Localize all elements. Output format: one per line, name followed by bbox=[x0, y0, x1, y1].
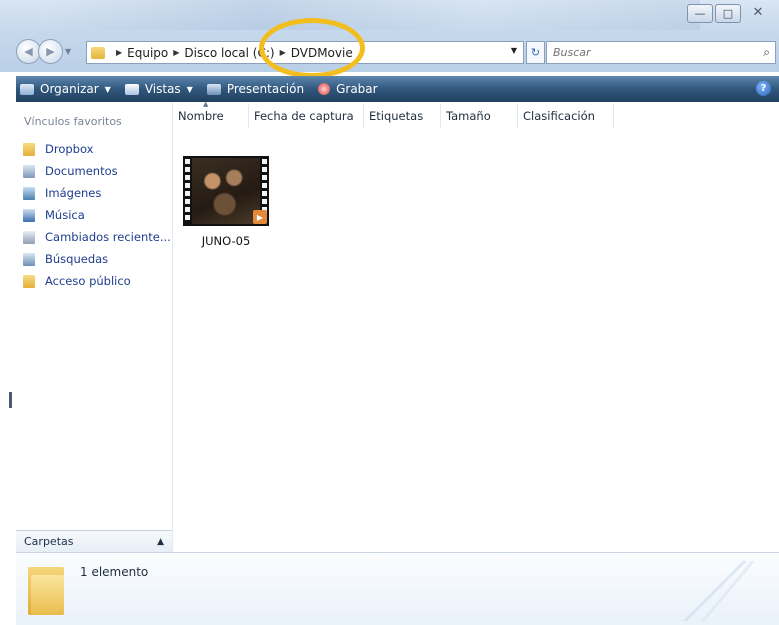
burn-label: Grabar bbox=[336, 82, 378, 96]
organize-label: Organizar bbox=[40, 82, 99, 96]
recent-pages-dropdown[interactable]: ▼ bbox=[65, 47, 71, 56]
sidebar-item-label: Búsquedas bbox=[45, 252, 109, 266]
sidebar-item-label: Documentos bbox=[45, 164, 118, 178]
searches-icon bbox=[23, 252, 35, 266]
sidebar-item-musica[interactable]: Música bbox=[23, 204, 171, 226]
forward-arrow-icon: ▶ bbox=[46, 45, 55, 58]
details-pane: 1 elemento bbox=[16, 552, 779, 625]
column-header-clasificacion[interactable]: Clasificación bbox=[518, 104, 614, 128]
breadcrumb-arrow-icon[interactable]: ▶ bbox=[116, 48, 122, 57]
slideshow-button[interactable]: Presentación bbox=[203, 82, 314, 96]
column-header-label: Nombre bbox=[178, 109, 224, 123]
column-header-label: Fecha de captura bbox=[254, 109, 354, 123]
breadcrumb-dvdmovie[interactable]: DVDMovie bbox=[291, 46, 353, 60]
column-header-label: Etiquetas bbox=[369, 109, 424, 123]
maximize-button[interactable]: □ bbox=[715, 4, 741, 23]
chevron-down-icon: ▼ bbox=[186, 84, 193, 94]
column-headers: ▲ Nombre Fecha de captura Etiquetas Tama… bbox=[173, 100, 779, 129]
command-toolbar: Organizar ▼ Vistas ▼ Presentación Grabar… bbox=[16, 76, 779, 102]
item-count: 1 elemento bbox=[80, 565, 149, 579]
burn-disc-icon bbox=[318, 83, 331, 95]
search-input[interactable] bbox=[551, 45, 745, 60]
sidebar-item-label: Cambiados reciente... bbox=[45, 230, 171, 244]
pictures-icon bbox=[23, 186, 35, 200]
navigation-pane: Vínculos favoritos Dropbox Documentos Im… bbox=[16, 102, 173, 552]
column-header-label: Clasificación bbox=[523, 109, 595, 123]
sidebar-item-label: Música bbox=[45, 208, 85, 222]
sidebar-item-label: Imágenes bbox=[45, 186, 102, 200]
sidebar-item-acceso-publico[interactable]: Acceso público bbox=[23, 270, 171, 292]
recent-icon bbox=[23, 230, 35, 244]
slideshow-icon bbox=[206, 83, 221, 95]
refresh-button[interactable]: ↻ bbox=[526, 41, 545, 64]
film-strip-icon bbox=[183, 156, 192, 226]
chevron-down-icon: ▼ bbox=[104, 84, 111, 94]
sidebar-item-label: Dropbox bbox=[45, 142, 94, 156]
column-header-tamano[interactable]: Tamaño bbox=[441, 104, 518, 128]
column-header-fecha[interactable]: Fecha de captura bbox=[249, 104, 364, 128]
help-icon[interactable]: ? bbox=[756, 81, 771, 96]
title-bar-glass bbox=[40, 0, 700, 30]
file-list: ▶ JUNO-05 bbox=[173, 128, 779, 552]
views-button[interactable]: Vistas ▼ bbox=[121, 82, 203, 96]
forward-button[interactable]: ▶ bbox=[38, 39, 63, 64]
folder-icon bbox=[91, 46, 105, 59]
play-icon: ▶ bbox=[253, 210, 267, 224]
views-label: Vistas bbox=[144, 82, 181, 96]
resize-grip[interactable] bbox=[9, 392, 12, 408]
file-item-juno-05[interactable]: ▶ JUNO-05 bbox=[183, 156, 269, 248]
video-thumbnail: ▶ bbox=[183, 156, 269, 226]
breadcrumb-arrow-icon[interactable]: ▶ bbox=[173, 48, 179, 57]
title-bar: — □ ✕ ◀ ▶ ▼ ▶ Equipo ▶ Disco local (C:) … bbox=[0, 0, 779, 72]
views-icon bbox=[124, 83, 139, 95]
burn-button[interactable]: Grabar bbox=[314, 82, 388, 96]
slideshow-label: Presentación bbox=[226, 82, 305, 96]
video-frame-image bbox=[192, 158, 260, 224]
window-left-edge bbox=[0, 72, 16, 624]
refresh-icon: ↻ bbox=[530, 46, 541, 59]
explorer-window: — □ ✕ ◀ ▶ ▼ ▶ Equipo ▶ Disco local (C:) … bbox=[0, 0, 779, 625]
breadcrumb-equipo[interactable]: Equipo bbox=[127, 46, 168, 60]
folders-toggle[interactable]: Carpetas ▲ bbox=[16, 530, 172, 552]
address-bar[interactable]: ▶ Equipo ▶ Disco local (C:) ▶ DVDMovie ▼ bbox=[86, 41, 524, 64]
breadcrumb-arrow-icon[interactable]: ▶ bbox=[280, 48, 286, 57]
column-header-nombre[interactable]: ▲ Nombre bbox=[173, 100, 249, 128]
column-header-etiquetas[interactable]: Etiquetas bbox=[364, 104, 441, 128]
sidebar-item-label: Acceso público bbox=[45, 274, 131, 288]
navigation-buttons: ◀ ▶ ▼ bbox=[16, 39, 71, 64]
public-folder-icon bbox=[23, 274, 35, 288]
folder-icon bbox=[28, 559, 64, 615]
search-box: ⌕ bbox=[546, 41, 776, 64]
sidebar-item-imagenes[interactable]: Imágenes bbox=[23, 182, 171, 204]
folder-icon bbox=[23, 142, 35, 156]
sidebar-item-busquedas[interactable]: Búsquedas bbox=[23, 248, 171, 270]
file-name: JUNO-05 bbox=[201, 234, 251, 248]
window-controls: — □ ✕ bbox=[687, 4, 773, 23]
back-arrow-icon: ◀ bbox=[24, 45, 33, 58]
favorites-list: Dropbox Documentos Imágenes Música Cambi… bbox=[23, 138, 171, 292]
favorites-title: Vínculos favoritos bbox=[24, 115, 122, 128]
column-header-label: Tamaño bbox=[446, 109, 491, 123]
sort-indicator-icon: ▲ bbox=[203, 100, 209, 108]
chevron-up-icon: ▲ bbox=[157, 536, 164, 547]
search-icon[interactable]: ⌕ bbox=[763, 45, 770, 60]
sidebar-item-documentos[interactable]: Documentos bbox=[23, 160, 171, 182]
address-dropdown-icon[interactable]: ▼ bbox=[511, 46, 517, 55]
close-button[interactable]: ✕ bbox=[743, 4, 773, 21]
documents-icon bbox=[23, 164, 35, 178]
decorative-swoosh bbox=[675, 561, 755, 621]
organize-icon bbox=[20, 83, 34, 95]
sidebar-item-cambiados-recientemente[interactable]: Cambiados reciente... bbox=[23, 226, 171, 248]
breadcrumb-disco-local[interactable]: Disco local (C:) bbox=[184, 46, 274, 60]
organize-button[interactable]: Organizar ▼ bbox=[16, 82, 121, 96]
folders-label: Carpetas bbox=[24, 535, 74, 548]
music-icon bbox=[23, 208, 35, 222]
minimize-button[interactable]: — bbox=[687, 4, 713, 23]
sidebar-item-dropbox[interactable]: Dropbox bbox=[23, 138, 171, 160]
